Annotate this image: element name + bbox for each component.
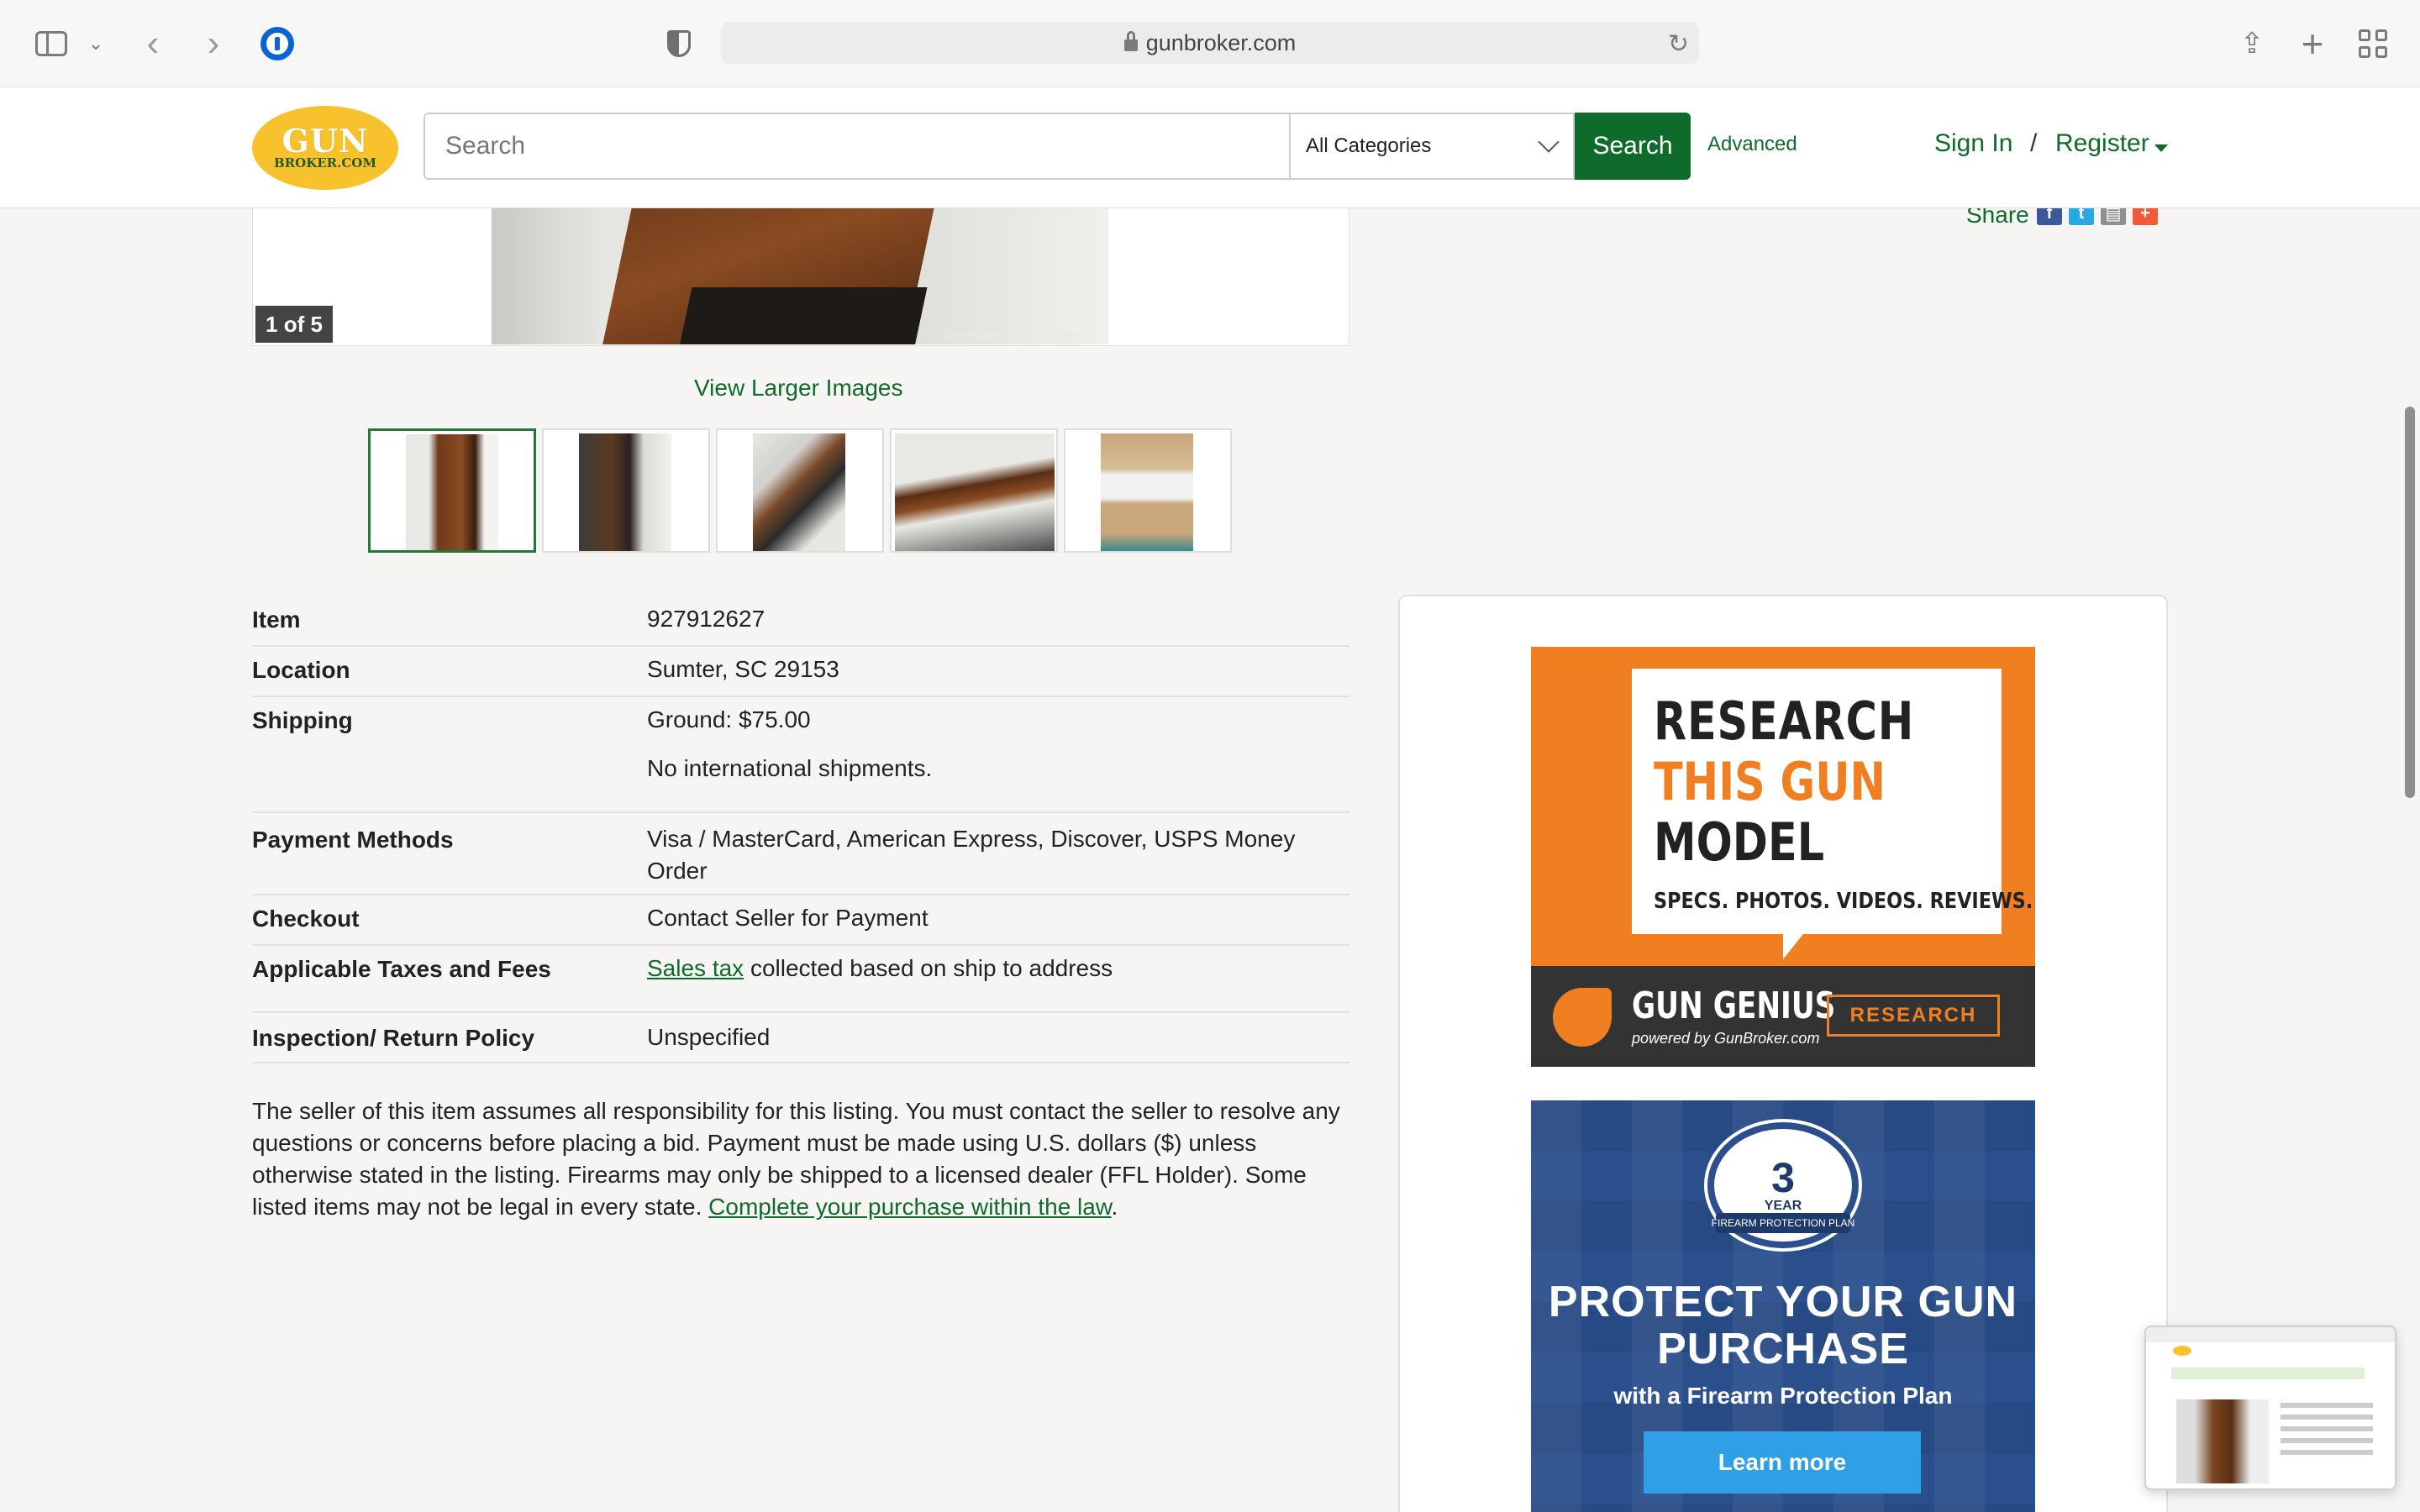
detail-row-checkout: Checkout Contact Seller for Payment (252, 895, 1349, 946)
badge-number: 3 (1771, 1154, 1795, 1201)
new-tab-icon[interactable]: + (2296, 22, 2329, 66)
preview-image (2176, 1399, 2269, 1483)
thumbnail-5[interactable] (1064, 428, 1232, 553)
payment-methods-label: Payment Methods (252, 827, 454, 853)
thumbnail-1[interactable] (368, 428, 536, 553)
logo-sub-text: BROKER.COM (274, 155, 376, 171)
separator: / (2030, 129, 2038, 157)
preview-banner (2171, 1368, 2365, 1379)
learn-more-button[interactable]: Learn more (1644, 1431, 1921, 1494)
browser-toolbar: ⌄ ‹ › gunbroker.com ↻ ⇪ + (0, 0, 2420, 87)
item-label: Item (252, 606, 301, 633)
share-icon[interactable]: ⇪ (2235, 25, 2269, 62)
location-value: Sumter, SC 29153 (647, 656, 839, 682)
seller-disclaimer: The seller of this item assumes all resp… (252, 1095, 1353, 1223)
tab-preview-thumbnail[interactable] (2144, 1326, 2396, 1490)
page-scrollbar[interactable] (2405, 407, 2415, 798)
detail-row-location: Location Sumter, SC 29153 (252, 647, 1349, 697)
shipping-note: No international shipments. (647, 755, 933, 781)
tab-overview-icon[interactable] (2356, 25, 2390, 62)
payment-methods-value: Visa / MasterCard, American Express, Dis… (647, 826, 1296, 884)
main-image-frame[interactable]: GunBroker.com - strong88 (252, 207, 1349, 346)
ad-research-line2: THIS GUN (1654, 751, 1886, 812)
advanced-search-link[interactable]: Advanced (1707, 133, 1797, 156)
disclaimer-end: . (1111, 1194, 1118, 1220)
sales-tax-link[interactable]: Sales tax (647, 955, 744, 981)
forward-arrow-icon[interactable]: › (198, 25, 229, 62)
gun-genius-flame-icon (1553, 988, 1612, 1047)
taxes-text: collected based on ship to address (744, 955, 1113, 981)
register-link[interactable]: Register (2055, 129, 2149, 158)
purchase-within-law-link[interactable]: Complete your purchase within the law (708, 1194, 1111, 1220)
address-bar[interactable]: gunbroker.com ↻ (721, 22, 1699, 64)
password-manager-icon[interactable] (259, 25, 296, 62)
detail-row-taxes: Applicable Taxes and Fees Sales tax coll… (252, 946, 1349, 1013)
checkout-label: Checkout (252, 906, 360, 932)
gun-genius-brand: GUN GENIUS (1632, 984, 1836, 1027)
inspection-label: Inspection/ Return Policy (252, 1025, 535, 1051)
thumbnail-3[interactable] (716, 428, 884, 553)
badge-plan-ribbon: FIREARM PROTECTION PLAN (1712, 1213, 1854, 1233)
ad-brand-bar: GUN GENIUS powered by GunBroker.com RESE… (1531, 966, 2035, 1067)
category-select-value: All Categories (1306, 134, 1432, 157)
chevron-down-icon[interactable]: ⌄ (87, 25, 104, 62)
detail-row-item: Item 927912627 (252, 603, 1349, 647)
preview-toolbar (2146, 1327, 2395, 1342)
shipping-value: Ground: $75.00 (647, 706, 811, 732)
sidebar-toggle-icon[interactable] (34, 25, 69, 62)
badge-year: YEAR (1764, 1199, 1802, 1213)
shipping-label: Shipping (252, 707, 353, 733)
gunbroker-logo[interactable]: GUN BROKER.COM (252, 106, 398, 190)
research-gun-ad[interactable]: RESEARCH THIS GUN MODEL SPECS. PHOTOS. V… (1531, 647, 2035, 1067)
view-larger-images-link[interactable]: View Larger Images (694, 375, 903, 402)
detail-row-shipping: Shipping Ground: $75.00 No international… (252, 697, 1349, 813)
detail-row-inspection: Inspection/ Return Policy Unspecified (252, 1013, 1349, 1063)
url-text: gunbroker.com (1145, 29, 1297, 55)
chevron-down-icon (1538, 131, 1560, 153)
image-counter: 1 of 5 (255, 306, 333, 343)
logo-main-text: GUN (281, 122, 369, 160)
back-arrow-icon[interactable]: ‹ (138, 25, 168, 62)
preview-logo (2173, 1346, 2191, 1356)
protection-subhead: with a Firearm Protection Plan (1613, 1383, 1953, 1409)
thumbnail-4[interactable] (890, 428, 1058, 553)
taxes-label: Applicable Taxes and Fees (252, 956, 551, 982)
ad-research-line1: RESEARCH (1654, 690, 1915, 752)
ad-research-tagline: SPECS. PHOTOS. VIDEOS. REVIEWS. (1654, 889, 2033, 914)
protection-headline: PROTECT YOUR GUN PURCHASE (1548, 1278, 2018, 1373)
category-select[interactable]: All Categories (1289, 113, 1575, 180)
research-button[interactable]: RESEARCH (1827, 995, 2000, 1037)
rifle-buttpad-image (677, 287, 928, 344)
sign-in-link[interactable]: Sign In (1934, 129, 2012, 158)
ad-speech-card: RESEARCH THIS GUN MODEL SPECS. PHOTOS. V… (1632, 669, 2033, 934)
lock-icon (1123, 31, 1138, 51)
detail-row-payment: Payment Methods Visa / MasterCard, Ameri… (252, 813, 1349, 895)
item-value: 927912627 (647, 606, 765, 632)
search-input[interactable] (424, 113, 1289, 180)
thumbnail-2[interactable] (542, 428, 710, 553)
speech-bubble-tail (1783, 934, 1803, 959)
protection-plan-ad[interactable]: 3 YEAR FIREARM PROTECTION PLAN PROTECT Y… (1531, 1100, 2035, 1512)
caret-down-icon[interactable] (2154, 144, 2168, 152)
preview-text (2281, 1403, 2373, 1408)
site-header: GUN BROKER.COM All Categories Search Adv… (0, 87, 2420, 208)
search-button[interactable]: Search (1575, 113, 1691, 180)
taxes-value: Sales tax collected based on ship to add… (647, 953, 1349, 984)
reload-icon[interactable]: ↻ (1668, 29, 1689, 59)
gun-genius-subtitle: powered by GunBroker.com (1632, 1030, 1820, 1047)
checkout-value: Contact Seller for Payment (647, 905, 929, 931)
main-listing-photo[interactable]: GunBroker.com - strong88 (492, 207, 1108, 344)
photo-watermark: GunBroker.com - strong88 (945, 328, 1084, 341)
inspection-value: Unspecified (647, 1024, 771, 1050)
location-label: Location (252, 657, 350, 683)
ad-research-line3: MODEL (1654, 811, 1825, 873)
privacy-shield-icon[interactable] (664, 25, 694, 62)
listing-details-table: Item 927912627 Location Sumter, SC 29153… (252, 603, 1349, 1063)
